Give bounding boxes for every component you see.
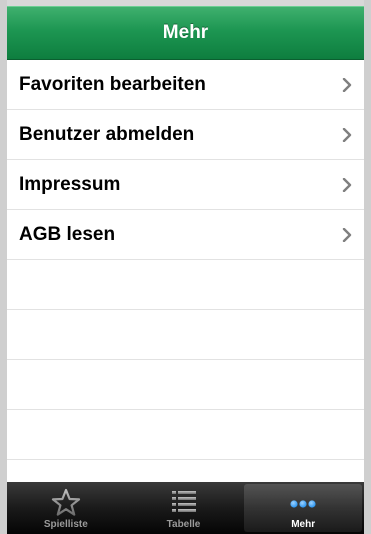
chevron-right-icon — [342, 227, 352, 242]
list-item-agb-lesen[interactable]: AGB lesen — [7, 210, 364, 260]
empty-row — [7, 410, 364, 460]
chevron-right-icon — [342, 177, 352, 192]
star-icon — [51, 488, 80, 516]
list-item-benutzer-abmelden[interactable]: Benutzer abmelden — [7, 110, 364, 160]
list-item-label: Benutzer abmelden — [19, 123, 195, 145]
list-item-label: Favoriten bearbeiten — [19, 73, 206, 95]
more-dots-icon — [290, 500, 316, 508]
tab-bar: Spielliste Tabelle Mehr — [7, 482, 364, 534]
page-title: Mehr — [162, 22, 209, 43]
list-item-favoriten-bearbeiten[interactable]: Favoriten bearbeiten — [7, 60, 364, 110]
tab-label: Mehr — [291, 519, 316, 530]
app-screen: Mehr Favoriten bearbeiten Benutzer abmel… — [7, 0, 364, 534]
tab-mehr[interactable]: Mehr — [244, 484, 363, 532]
chevron-right-icon — [342, 77, 352, 92]
list-item-label: Impressum — [19, 173, 121, 195]
list-item-label: AGB lesen — [19, 223, 116, 245]
chevron-right-icon — [342, 127, 352, 142]
navigation-bar: Mehr — [7, 6, 364, 60]
tab-spielliste[interactable]: Spielliste — [7, 482, 125, 534]
empty-row — [7, 360, 364, 410]
tab-label: Spielliste — [43, 519, 88, 530]
settings-list: Favoriten bearbeiten Benutzer abmelden I… — [7, 60, 364, 460]
list-item-impressum[interactable]: Impressum — [7, 160, 364, 210]
tab-label: Tabelle — [166, 519, 201, 530]
list-icon — [171, 491, 196, 512]
empty-row — [7, 260, 364, 310]
tab-tabelle[interactable]: Tabelle — [125, 482, 243, 534]
empty-row — [7, 310, 364, 360]
